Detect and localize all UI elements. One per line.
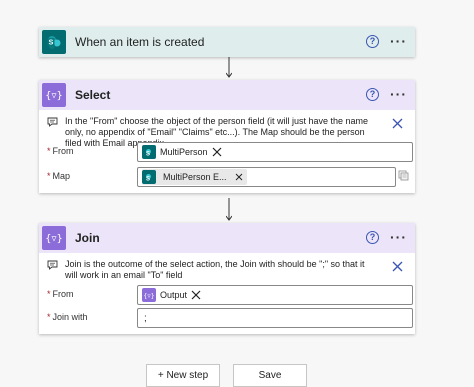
join-from-input[interactable]: {▿} Output xyxy=(137,285,413,305)
arrow-down-icon xyxy=(226,57,232,78)
token-label: MultiPerson E... xyxy=(163,172,227,182)
svg-text:{▿}: {▿} xyxy=(46,234,62,245)
select-map-label: * Map xyxy=(47,171,71,181)
join-title: Join xyxy=(75,231,100,245)
trigger-card[interactable]: S When an item is created ? ··· xyxy=(39,27,415,57)
select-from-row: * From S MultiPerson xyxy=(47,142,413,162)
more-icon[interactable]: ··· xyxy=(390,86,407,102)
token-label: Output xyxy=(160,290,188,300)
remove-token-icon[interactable] xyxy=(212,147,222,157)
new-step-button[interactable]: + New step xyxy=(146,364,220,387)
dynamic-content-token[interactable]: {▿} Output xyxy=(142,287,201,303)
join-with-row: * Join with ; xyxy=(47,308,413,328)
token-label: MultiPerson xyxy=(160,147,208,157)
dynamic-content-token[interactable]: S MultiPerson xyxy=(142,144,222,160)
svg-text:S: S xyxy=(145,176,149,182)
svg-text:{▿}: {▿} xyxy=(46,91,62,102)
data-operation-icon: {▿} xyxy=(42,226,66,250)
join-with-input[interactable]: ; xyxy=(137,308,413,328)
join-header[interactable]: {▿} Join ? ··· xyxy=(39,223,415,253)
close-icon[interactable] xyxy=(392,118,403,129)
dynamic-content-token[interactable]: S MultiPerson E... xyxy=(142,169,247,185)
svg-text:S: S xyxy=(49,40,54,47)
svg-text:S: S xyxy=(145,151,149,157)
select-from-input[interactable]: S MultiPerson xyxy=(137,142,413,162)
help-icon[interactable]: ? xyxy=(366,231,379,244)
join-card[interactable]: {▿} Join ? ··· Join is the outcome of th… xyxy=(39,223,415,334)
comment-icon xyxy=(47,117,58,127)
help-icon[interactable]: ? xyxy=(366,35,379,48)
select-title: Select xyxy=(75,88,111,102)
switch-map-icon[interactable] xyxy=(398,170,409,181)
sharepoint-icon: S xyxy=(42,30,66,54)
sharepoint-icon: S xyxy=(142,145,156,159)
select-from-label: * From xyxy=(47,146,74,156)
arrow-down-icon xyxy=(226,198,232,221)
svg-text:{▿}: {▿} xyxy=(144,292,154,300)
data-operation-icon: {▿} xyxy=(42,83,66,107)
comment-icon xyxy=(47,260,58,270)
join-comment[interactable]: Join is the outcome of the select action… xyxy=(39,253,415,287)
select-map-input[interactable]: S MultiPerson E... xyxy=(137,167,396,187)
sharepoint-icon: S xyxy=(142,170,156,184)
join-with-label: * Join with xyxy=(47,312,88,322)
more-icon[interactable]: ··· xyxy=(390,229,407,245)
join-from-label: * From xyxy=(47,289,74,299)
select-map-row: * Map S MultiPerson E... xyxy=(47,167,409,187)
remove-token-icon[interactable] xyxy=(191,290,201,300)
trigger-header[interactable]: S When an item is created ? ··· xyxy=(39,27,415,57)
remove-token-icon[interactable] xyxy=(235,173,243,181)
more-icon[interactable]: ··· xyxy=(390,33,407,49)
select-header[interactable]: {▿} Select ? ··· xyxy=(39,80,415,110)
join-from-row: *From {▿} Output xyxy=(47,285,413,305)
join-comment-text: Join is the outcome of the select action… xyxy=(65,259,365,280)
select-card[interactable]: {▿} Select ? ··· In the "From" choose th… xyxy=(39,80,415,193)
help-icon[interactable]: ? xyxy=(366,88,379,101)
data-operation-icon: {▿} xyxy=(142,288,156,302)
join-with-value: ; xyxy=(144,312,147,324)
close-icon[interactable] xyxy=(392,261,403,272)
save-button[interactable]: Save xyxy=(233,364,307,387)
trigger-title: When an item is created xyxy=(75,35,205,49)
